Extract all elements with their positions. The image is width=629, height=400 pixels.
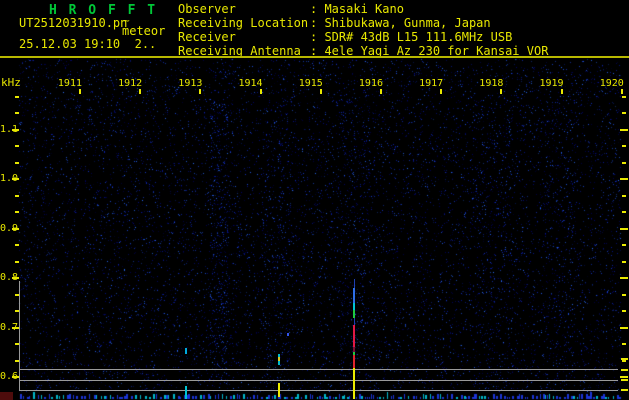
datetime-label: 25.12.03 19:10 2..	[19, 37, 157, 51]
level-reference-line	[19, 380, 618, 381]
station-info-value: SDR# 43dB L15 111.6MHz USB	[324, 30, 513, 44]
time-tick-label: 1911	[57, 78, 82, 89]
freq-tick-mark-right	[622, 294, 626, 296]
echo-event-segment	[353, 310, 355, 318]
time-tick-label: 1916	[358, 78, 383, 89]
time-tick-label: 1913	[178, 78, 203, 89]
freq-tick-mark-right	[622, 244, 626, 246]
freq-tick-label: 1.0	[0, 173, 19, 184]
freq-tick-label: 0.9	[0, 223, 19, 234]
time-tick-mark	[620, 89, 623, 94]
station-info-label: Receiver	[178, 30, 236, 44]
freq-tick-mark-right	[622, 261, 626, 263]
freq-tick-mark-right	[620, 228, 628, 230]
time-tick-label: 1920	[599, 78, 624, 89]
time-tick-mark	[380, 89, 382, 94]
freq-tick-mark-left	[15, 211, 19, 213]
time-tick-mark	[440, 89, 443, 94]
level-scale-vertical-line	[19, 281, 20, 391]
level-reference-line	[19, 369, 618, 370]
freq-tick-mark-right	[622, 96, 626, 98]
echo-event-segment	[353, 288, 355, 303]
station-info-label: Receiving Location	[178, 16, 309, 30]
level-scale-tick-right	[621, 358, 628, 360]
station-info-block: Observer: Masaki Kano Receiving Location:…	[178, 2, 548, 58]
freq-tick-mark-left	[15, 112, 19, 114]
freq-tick-label: 0.8	[0, 272, 19, 283]
freq-tick-mark-right	[622, 343, 626, 345]
time-tick-mark	[199, 89, 202, 94]
level-scale-tick-right	[621, 389, 628, 391]
freq-tick-mark-left	[15, 244, 19, 246]
echo-event-segment	[353, 368, 355, 399]
time-tick-label: 1919	[539, 78, 564, 89]
time-tick-mark	[500, 89, 503, 94]
echo-event-segment	[278, 383, 280, 397]
time-tick-mark	[139, 89, 142, 94]
freq-tick-label: 0.6	[0, 371, 19, 382]
time-tick-mark	[319, 89, 322, 94]
freq-tick-mark-right	[622, 195, 626, 197]
capture-filename: UT2512031910.pn	[19, 16, 128, 30]
station-info-value: Shibukawa, Gunma, Japan	[324, 16, 491, 30]
station-info-row: Receiving Location: Shibukawa, Gunma, Ja…	[178, 16, 548, 30]
time-tick-label: 1912	[118, 78, 143, 89]
echo-event-segment	[353, 355, 355, 368]
echo-event-segment	[185, 348, 187, 354]
station-info-colon: :	[310, 16, 325, 30]
time-tick-label: 1914	[238, 78, 263, 89]
station-info-label: Observer	[178, 2, 236, 16]
freq-tick-mark-right	[622, 162, 626, 164]
freq-tick-mark-left	[15, 195, 19, 197]
meteor-mode-label: meteor	[122, 24, 166, 38]
station-info-value: Masaki Kano	[324, 2, 404, 16]
freq-tick-mark-right	[620, 327, 628, 329]
freq-tick-mark-right	[622, 211, 626, 213]
freq-tick-mark-right	[620, 376, 628, 378]
hrofft-screen: H R O F F T UT2512031910.pn ~ meteor 25.…	[0, 0, 629, 400]
time-tick-label: 1915	[298, 78, 323, 89]
freq-tick-mark-right	[620, 277, 628, 279]
freq-tick-mark-right	[622, 310, 626, 312]
freq-tick-label: 1.1	[0, 124, 19, 135]
level-scale-tick-right	[621, 379, 628, 381]
level-scale-red-marker	[0, 392, 13, 400]
time-tick-mark	[259, 89, 262, 94]
time-tick-mark	[79, 89, 81, 94]
echo-event-segment	[353, 325, 355, 347]
echo-event-segment	[287, 333, 289, 336]
freq-tick-mark-right	[622, 112, 626, 114]
echo-event-segment	[354, 279, 355, 288]
echo-event-segment	[185, 386, 187, 399]
time-tick-label: 1917	[419, 78, 444, 89]
time-tick-label: 1918	[479, 78, 504, 89]
freq-tick-mark-left	[15, 162, 19, 164]
echo-event-segment	[353, 303, 355, 310]
time-tick-mark	[560, 89, 563, 94]
freq-tick-mark-left	[15, 145, 19, 147]
freq-tick-mark-left	[15, 96, 19, 98]
station-info-colon: :	[310, 2, 325, 16]
level-reference-line	[19, 390, 618, 391]
spectrogram-noise-canvas	[0, 0, 629, 400]
freq-tick-mark-left	[15, 261, 19, 263]
freq-tick-mark-right	[622, 145, 626, 147]
header-separator-line	[0, 56, 629, 58]
echo-event-segment	[278, 361, 280, 365]
freq-axis-unit-label: kHz	[1, 76, 21, 89]
echo-event-segment	[354, 318, 355, 325]
freq-tick-mark-right	[620, 178, 628, 180]
station-info-row: Observer: Masaki Kano	[178, 2, 548, 16]
level-scale-tick-right	[621, 369, 628, 371]
station-info-row: Receiver: SDR# 43dB L15 111.6MHz USB	[178, 30, 548, 44]
freq-tick-mark-right	[620, 129, 628, 131]
station-info-colon: :	[310, 30, 325, 44]
freq-tick-mark-right	[622, 360, 626, 362]
freq-tick-label: 0.7	[0, 322, 19, 333]
